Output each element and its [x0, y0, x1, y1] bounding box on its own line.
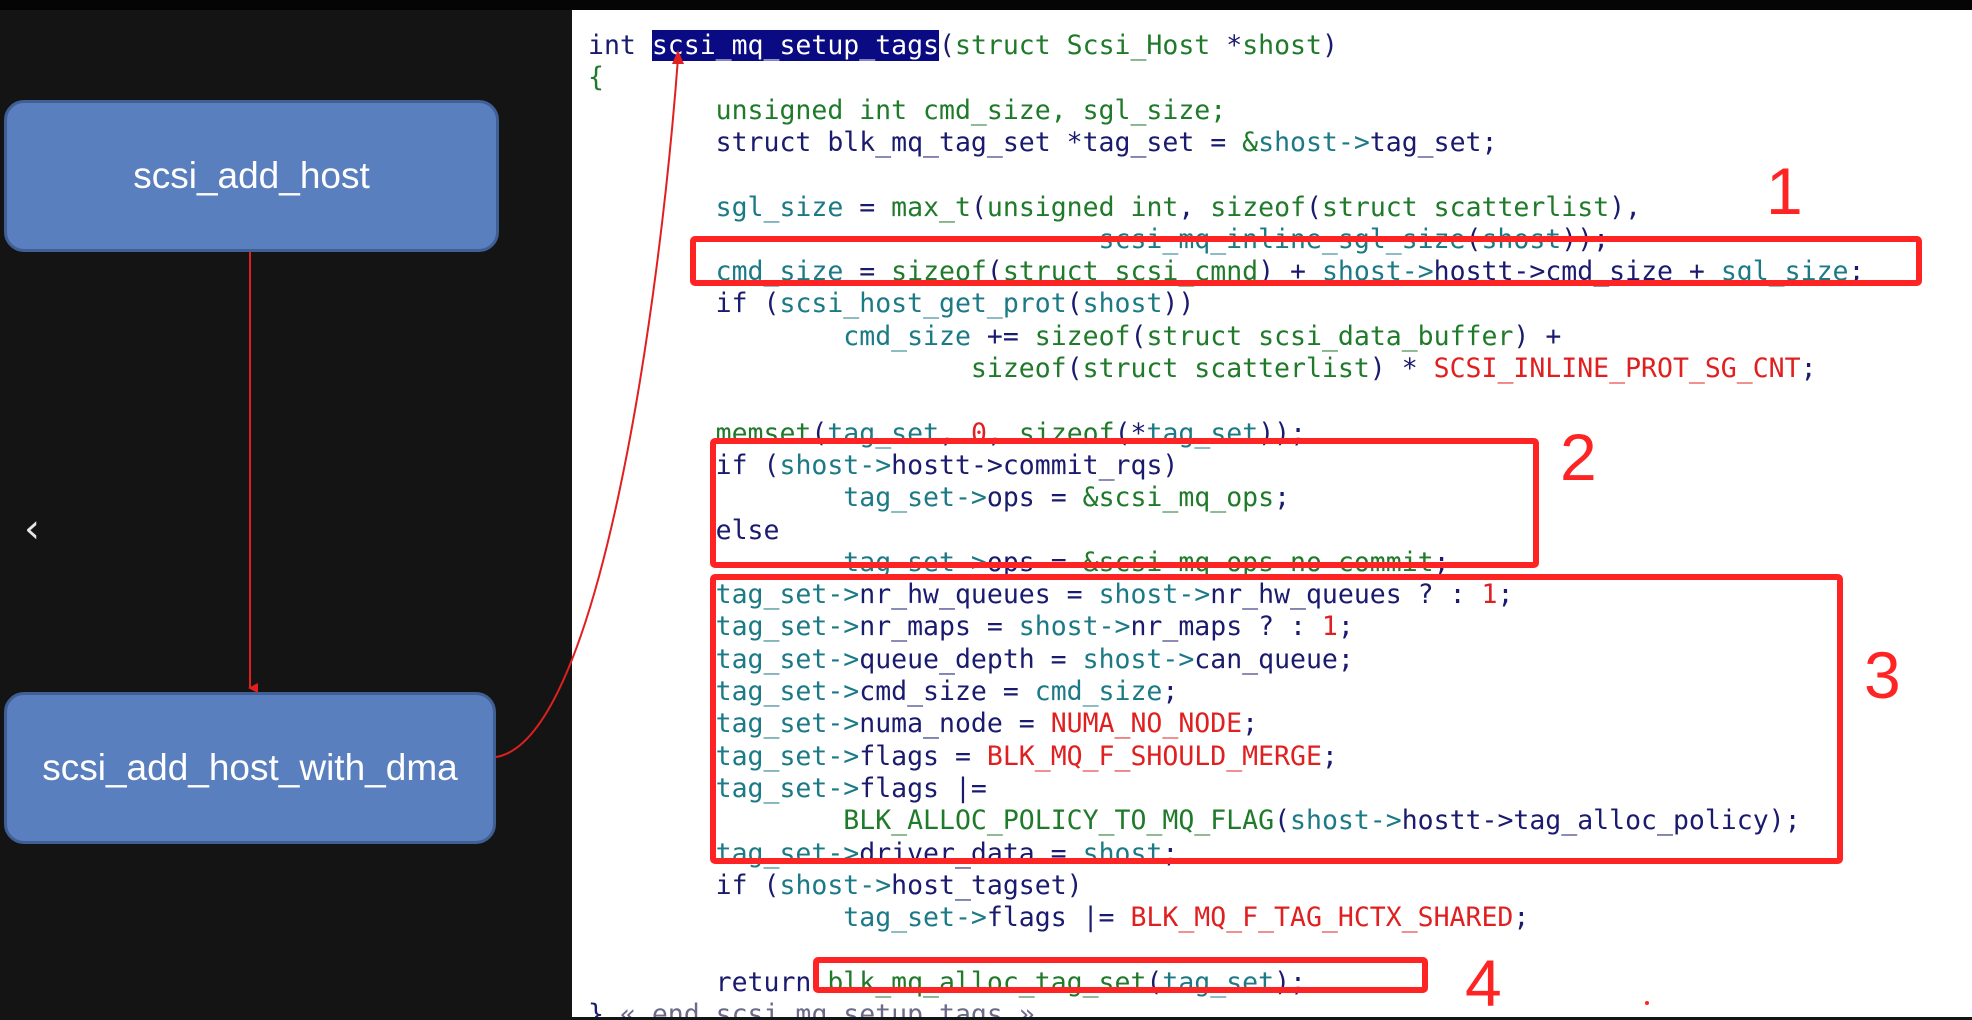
connector-layer	[248, 50, 1649, 1005]
arrow-head-setup-tags	[672, 50, 684, 64]
stray-dot	[1645, 1001, 1649, 1005]
edge-with-dma-to-setup-tags	[495, 57, 679, 758]
